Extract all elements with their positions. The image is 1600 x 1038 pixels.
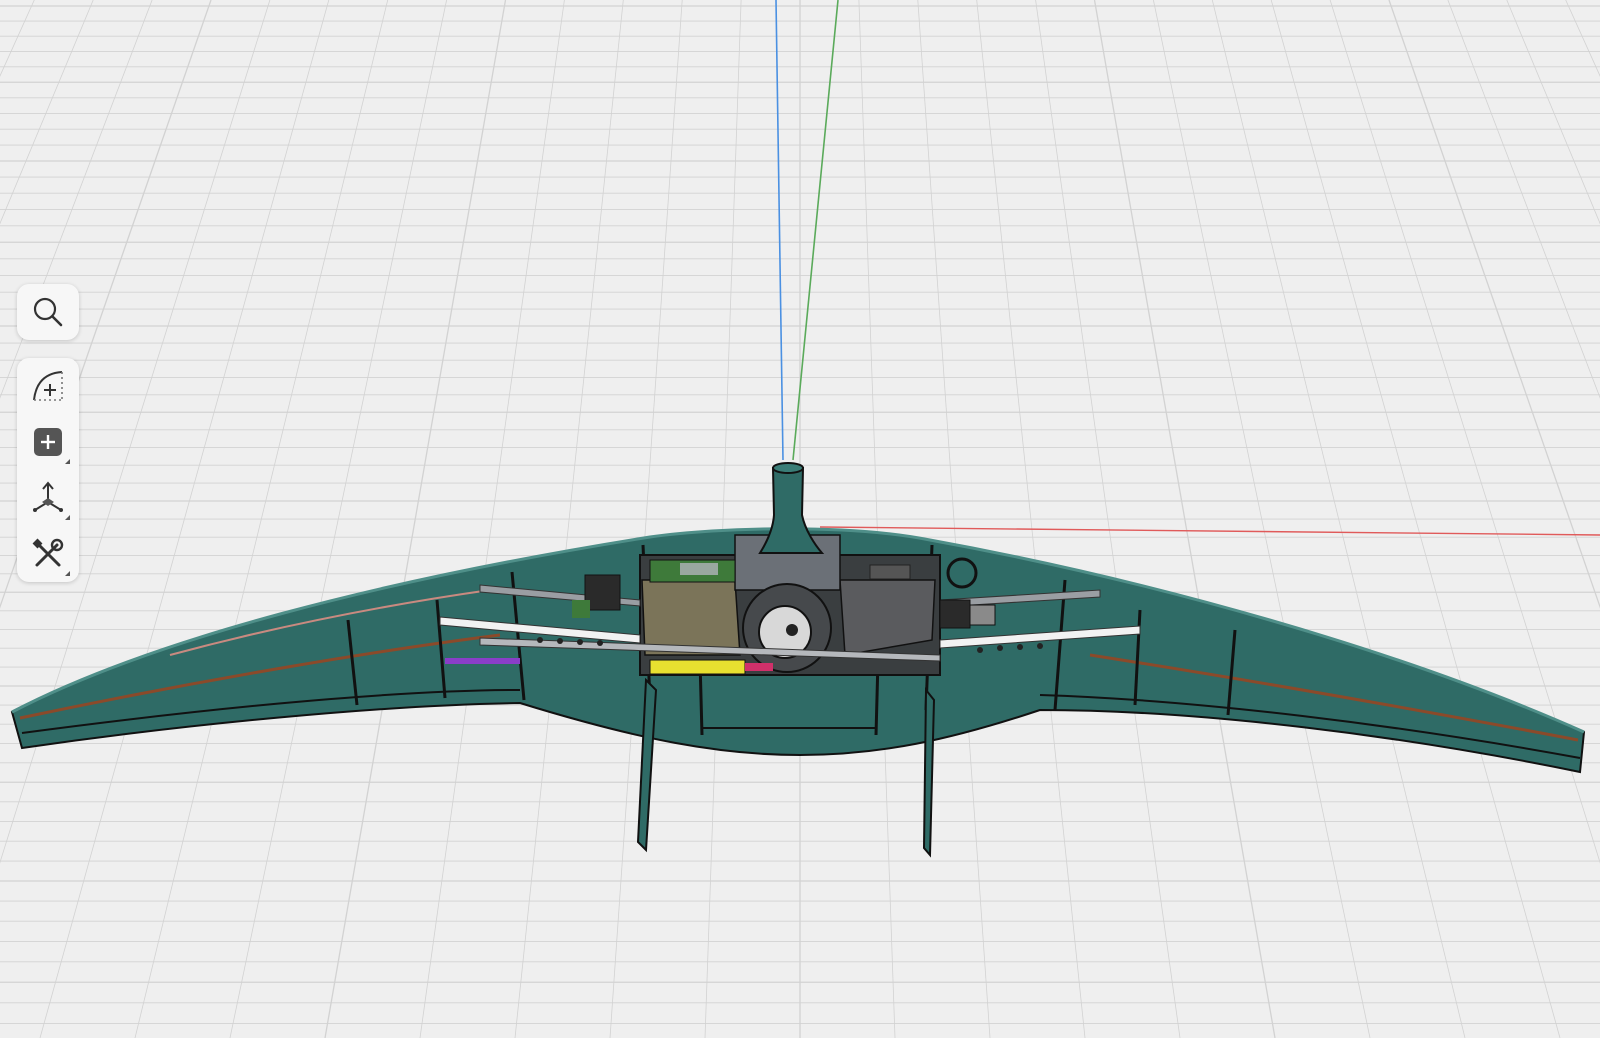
transform-menu-indicator [65,515,70,520]
search-icon [33,297,63,327]
left-tank [641,579,741,656]
viewport-canvas[interactable] [0,0,1600,1038]
sketch-curve-button[interactable] [17,358,79,414]
sketch-curve-icon [33,371,63,401]
tools-wrench-icon [32,538,64,567]
tools-menu-indicator [65,571,70,576]
tools-toolbar-group [17,358,79,582]
board-chip [680,563,718,575]
search-button[interactable] [17,284,79,340]
3d-viewport[interactable] [0,0,1600,1038]
nozzle-opening [772,462,804,474]
add-primitive-menu-indicator [65,459,70,464]
magenta-component [745,663,773,671]
yellow-component [649,659,746,675]
tools-button[interactable] [17,526,79,582]
right-bay-module [869,564,911,580]
transform-gizmo-icon [33,481,63,512]
add-primitive-icon [34,428,62,456]
transform-button[interactable] [17,470,79,526]
camera-lens [786,624,798,636]
purple-component [445,658,520,664]
search-toolbar-group [17,284,79,340]
add-primitive-button[interactable] [17,414,79,470]
